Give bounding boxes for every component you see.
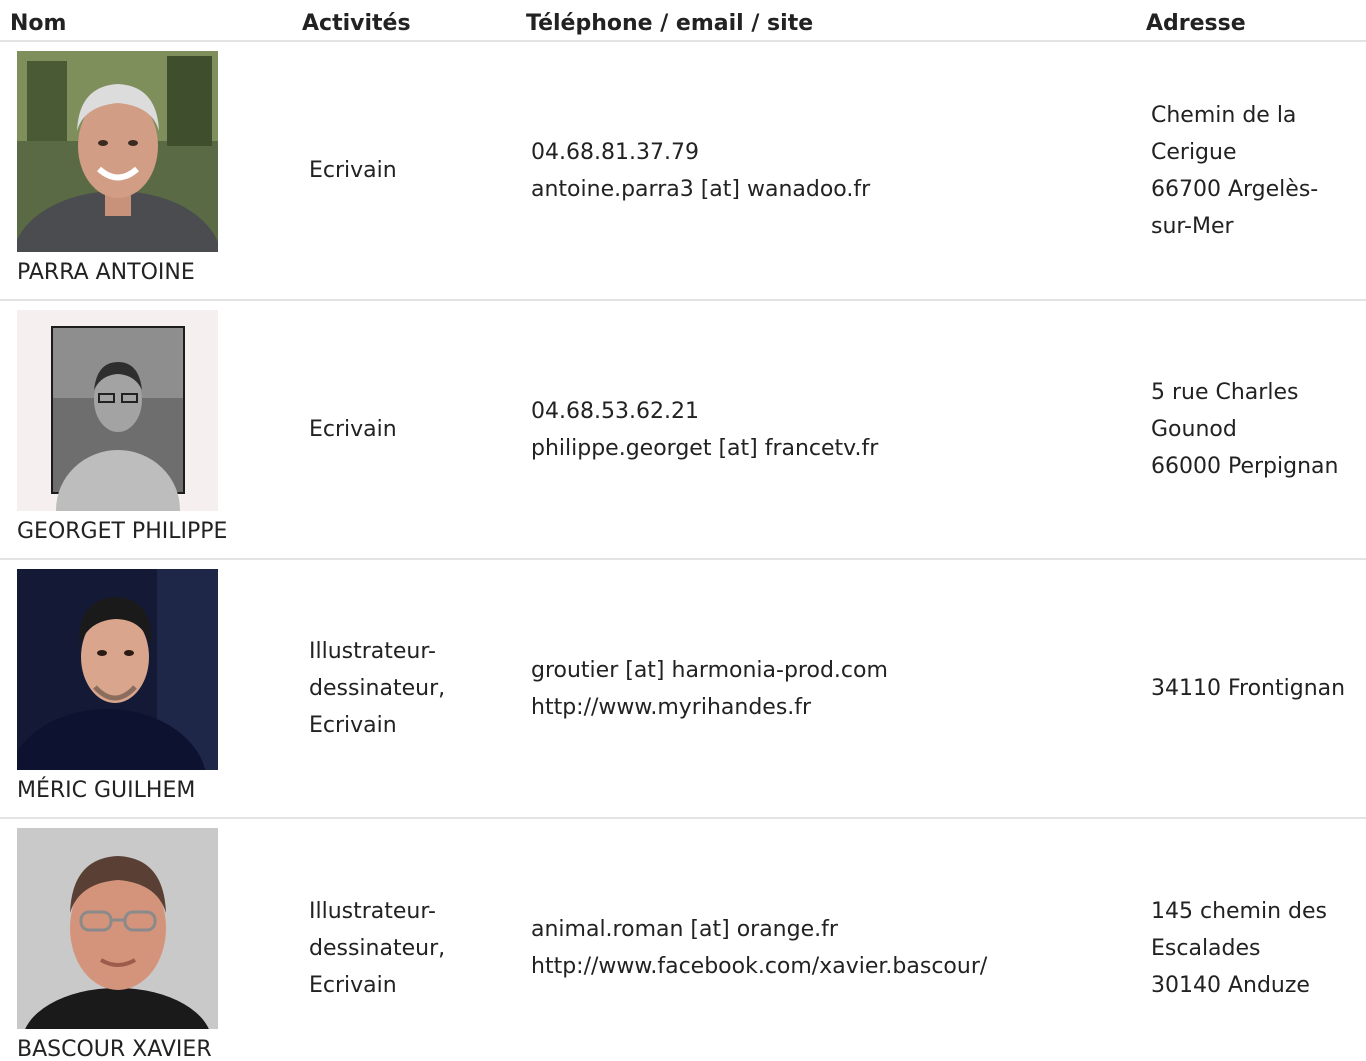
activity-text: Ecrivain: [309, 713, 397, 738]
phone-text: 04.68.53.62.21: [531, 398, 699, 424]
person-cell: GEORGET PHILIPPE: [0, 300, 292, 560]
directory-table: Nom Activités Téléphone / email / site A…: [0, 0, 1366, 1061]
activity-cell: Illustrateur- dessinateur, Ecrivain: [292, 559, 514, 819]
column-header-activites: Activités: [292, 0, 514, 42]
address-line: 66000 Perpignan: [1151, 454, 1339, 479]
contact-cell: animal.roman [at] orange.fr http://www.f…: [514, 818, 1134, 1061]
table-row: BASCOUR XAVIER Illustrateur- dessinateur…: [0, 818, 1366, 1061]
person-name: MÉRIC GUILHEM: [17, 778, 196, 803]
person-name: PARRA ANTOINE: [17, 260, 195, 285]
contact-cell: groutier [at] harmonia-prod.com http://w…: [514, 559, 1134, 819]
activity-text: dessinateur,: [309, 935, 446, 961]
activity-text: Ecrivain: [309, 158, 397, 183]
activity-text: dessinateur,: [309, 676, 446, 701]
phone-text: 04.68.81.37.79: [531, 139, 699, 165]
table-row: PARRA ANTOINE Ecrivain 04.68.81.37.79 an…: [0, 41, 1366, 301]
portrait-photo-icon: [17, 310, 218, 511]
table-row: GEORGET PHILIPPE Ecrivain 04.68.53.62.21…: [0, 300, 1366, 560]
table-header-row: Nom Activités Téléphone / email / site A…: [0, 0, 1366, 42]
column-header-adresse: Adresse: [1134, 0, 1366, 42]
portrait-photo-icon: [17, 828, 218, 1029]
portrait-photo-icon: [17, 569, 218, 770]
website-text: http://www.myrihandes.fr: [531, 694, 812, 720]
address-line: 145 chemin des: [1151, 898, 1327, 924]
address-cell: 145 chemin des Escalades 30140 Anduze: [1134, 818, 1366, 1061]
address-line: Gounod: [1151, 417, 1237, 442]
address-cell: 34110 Frontignan: [1134, 559, 1366, 819]
contact-cell: 04.68.81.37.79 antoine.parra3 [at] wanad…: [514, 41, 1134, 301]
activity-cell: Illustrateur- dessinateur, Ecrivain: [292, 818, 514, 1061]
activity-text: Illustrateur-: [309, 898, 436, 924]
person-cell: MÉRIC GUILHEM: [0, 559, 292, 819]
column-header-contact: Téléphone / email / site: [514, 0, 1134, 42]
person-name: BASCOUR XAVIER: [17, 1037, 212, 1061]
activity-text: Illustrateur-: [309, 639, 436, 664]
email-text: groutier [at] harmonia-prod.com: [531, 657, 888, 683]
column-header-nom: Nom: [0, 0, 292, 42]
activity-cell: Ecrivain: [292, 41, 514, 301]
person-name: GEORGET PHILIPPE: [17, 519, 228, 544]
address-line: sur-Mer: [1151, 213, 1234, 239]
person-cell: BASCOUR XAVIER: [0, 818, 292, 1061]
email-text: antoine.parra3 [at] wanadoo.fr: [531, 176, 871, 202]
website-text: http://www.facebook.com/xavier.bascour/: [531, 954, 988, 979]
address-line: Escalades: [1151, 935, 1261, 961]
activity-cell: Ecrivain: [292, 300, 514, 560]
address-line: 5 rue Charles: [1151, 380, 1299, 405]
email-text: philippe.georget [at] francetv.fr: [531, 435, 879, 461]
address-line: Cerigue: [1151, 139, 1237, 165]
address-line: 30140 Anduze: [1151, 972, 1310, 998]
address-line: Chemin de la: [1151, 102, 1297, 128]
person-cell: PARRA ANTOINE: [0, 41, 292, 301]
address-cell: 5 rue Charles Gounod 66000 Perpignan: [1134, 300, 1366, 560]
address-cell: Chemin de la Cerigue 66700 Argelès- sur-…: [1134, 41, 1366, 301]
table-row: MÉRIC GUILHEM Illustrateur- dessinateur,…: [0, 559, 1366, 819]
activity-text: Ecrivain: [309, 417, 397, 442]
email-text: animal.roman [at] orange.fr: [531, 917, 838, 942]
directory-table-wrapper: Nom Activités Téléphone / email / site A…: [0, 0, 1366, 1061]
address-line: 66700 Argelès-: [1151, 176, 1319, 202]
address-line: 34110 Frontignan: [1151, 676, 1346, 701]
contact-cell: 04.68.53.62.21 philippe.georget [at] fra…: [514, 300, 1134, 560]
portrait-photo-icon: [17, 51, 218, 252]
activity-text: Ecrivain: [309, 972, 397, 998]
